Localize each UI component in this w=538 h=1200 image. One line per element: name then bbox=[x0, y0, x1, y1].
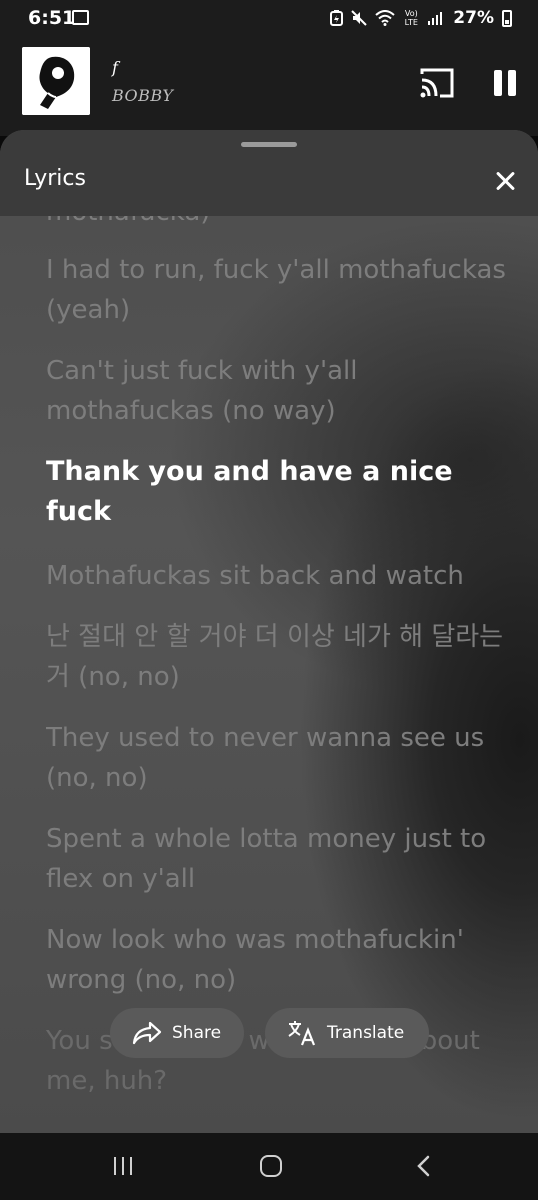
lyric-line[interactable]: They used to never wanna see us (no, no) bbox=[46, 718, 506, 798]
status-time: 6:51 bbox=[28, 7, 76, 29]
battery-percent: 27% bbox=[453, 8, 494, 28]
lyric-line[interactable]: Mothafuckas sit back and watch bbox=[46, 556, 506, 596]
lyric-line[interactable]: mothafucka) bbox=[46, 216, 506, 232]
track-title[interactable]: f bbox=[112, 58, 118, 77]
battery-saver-icon bbox=[330, 10, 344, 26]
track-artist[interactable]: BOBBY bbox=[112, 86, 173, 105]
share-label: Share bbox=[172, 1023, 222, 1043]
home-icon[interactable] bbox=[260, 1155, 282, 1177]
lyrics-list[interactable]: mothafucka) I had to run, fuck y'all mot… bbox=[46, 216, 506, 1133]
lyrics-title: Lyrics bbox=[24, 166, 86, 191]
mute-icon bbox=[351, 10, 368, 26]
recents-icon[interactable] bbox=[112, 1157, 134, 1175]
translate-label: Translate bbox=[327, 1023, 405, 1043]
close-icon[interactable] bbox=[488, 164, 522, 198]
status-icons: Vo) LTE 27% bbox=[330, 6, 512, 30]
lyric-line[interactable]: I had to run, fuck y'all mothafuckas (ye… bbox=[46, 250, 506, 330]
pause-button[interactable] bbox=[486, 64, 522, 102]
status-bar: 6:51 Vo) LTE 27% bbox=[0, 0, 538, 36]
battery-icon bbox=[502, 9, 512, 27]
lyrics-sheet[interactable]: Lyrics mothafucka) I had to run, fuck y'… bbox=[0, 130, 538, 1133]
wifi-icon bbox=[375, 10, 395, 26]
lyric-line-active[interactable]: Thank you and have a nice fuck bbox=[46, 452, 506, 532]
cast-icon bbox=[420, 68, 454, 98]
share-icon bbox=[132, 1021, 162, 1045]
album-art-image bbox=[22, 47, 90, 115]
volte-icon: Vo) LTE bbox=[404, 9, 418, 27]
navigation-bar bbox=[0, 1133, 538, 1200]
translate-button[interactable]: Translate bbox=[265, 1008, 429, 1058]
album-art[interactable] bbox=[22, 47, 90, 115]
share-button[interactable]: Share bbox=[110, 1008, 244, 1058]
lyric-line[interactable]: 난 절대 안 할 거야 더 이상 네가 해 달라는 거 (no, no) bbox=[46, 617, 506, 697]
back-icon[interactable] bbox=[414, 1155, 434, 1177]
mini-player[interactable]: f BOBBY bbox=[0, 36, 538, 136]
pause-icon-bar-left bbox=[494, 70, 502, 96]
gallery-notification-icon bbox=[72, 10, 89, 25]
lyric-line[interactable]: Spent a whole lotta money just to flex o… bbox=[46, 819, 506, 899]
translate-icon bbox=[288, 1021, 316, 1046]
lyrics-sheet-header: Lyrics bbox=[0, 130, 538, 216]
signal-icon bbox=[428, 12, 443, 25]
cast-button[interactable] bbox=[418, 64, 456, 102]
pause-icon-bar-right bbox=[508, 70, 516, 96]
drag-handle[interactable] bbox=[241, 142, 297, 147]
lyric-line[interactable]: Can't just fuck with y'all mothafuckas (… bbox=[46, 351, 506, 431]
lyric-line[interactable]: Now look who was mothafuckin' wrong (no,… bbox=[46, 920, 506, 1000]
